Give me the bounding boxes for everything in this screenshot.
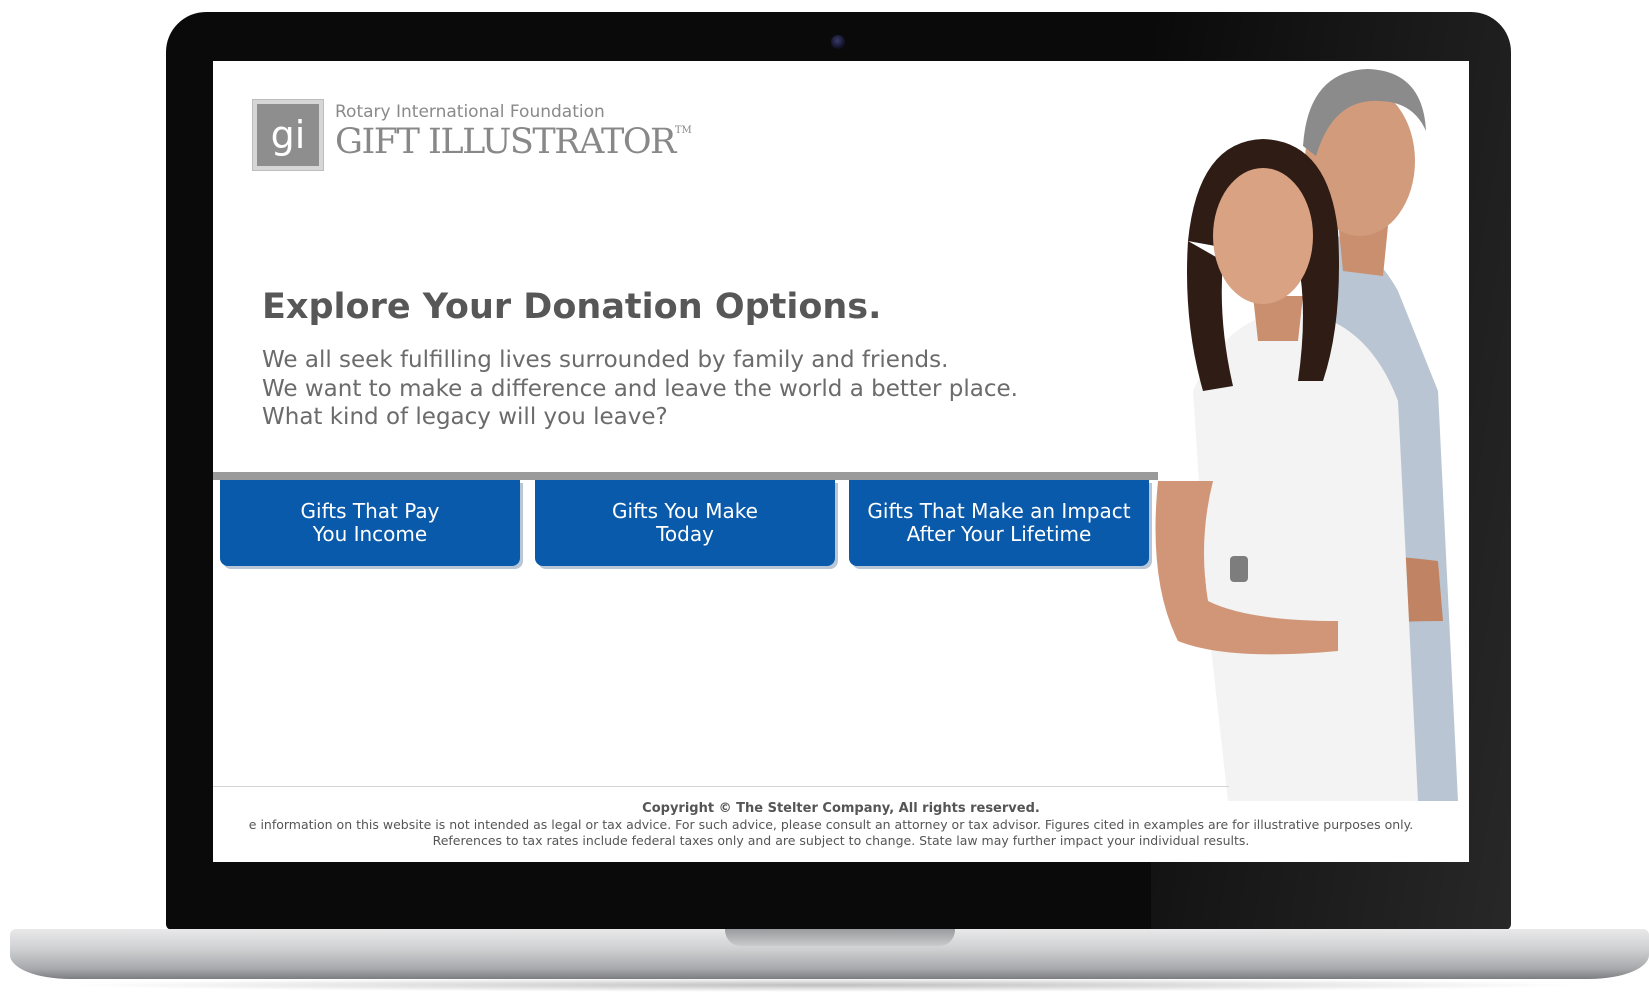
- product-name: GIFT ILLUSTRATORTM: [335, 124, 692, 161]
- footer-divider: [213, 786, 1229, 787]
- button-label-line: You Income: [312, 522, 428, 546]
- webcam-icon: [831, 35, 845, 49]
- gifts-that-pay-income-button[interactable]: Gifts That Pay You Income: [220, 480, 520, 566]
- copyright-text: Copyright © The Stelter Company, All rig…: [642, 801, 1040, 816]
- disclaimer-text: e information on this website is not int…: [248, 817, 1414, 832]
- button-label-line: Gifts That Make an Impact: [867, 499, 1131, 523]
- button-label-line: Today: [656, 522, 714, 546]
- page-headline: Explore Your Donation Options.: [262, 287, 882, 327]
- intro-line: What kind of legacy will you leave?: [262, 404, 668, 430]
- laptop-shadow: [60, 978, 1590, 992]
- site-logo[interactable]: gi Rotary International Foundation GIFT …: [253, 100, 692, 170]
- laptop-base-notch: [725, 929, 955, 946]
- gifts-you-make-today-button[interactable]: Gifts You Make Today: [535, 480, 835, 566]
- intro-line: We all seek fulfilling lives surrounded …: [262, 347, 949, 373]
- laptop-screen: gi Rotary International Foundation GIFT …: [213, 61, 1469, 862]
- tax-disclaimer-text: References to tax rates include federal …: [432, 833, 1250, 848]
- button-label-line: Gifts You Make: [612, 499, 758, 523]
- button-bar-divider: [213, 472, 1158, 480]
- intro-text: We all seek fulfilling lives surrounded …: [262, 346, 1018, 432]
- product-title: GIFT ILLUSTRATOR: [335, 122, 676, 162]
- logo-text: Rotary International Foundation GIFT ILL…: [335, 102, 692, 161]
- gifts-impact-after-lifetime-button[interactable]: Gifts That Make an Impact After Your Life…: [849, 480, 1149, 566]
- trademark-symbol: TM: [674, 125, 692, 136]
- button-label-line: After Your Lifetime: [906, 522, 1092, 546]
- intro-line: We want to make a difference and leave t…: [262, 375, 1018, 402]
- couple-photo: [1155, 69, 1458, 801]
- footer: Copyright © The Stelter Company, All rig…: [213, 801, 1469, 849]
- organization-name: Rotary International Foundation: [335, 102, 605, 122]
- gi-logo-mark: gi: [253, 100, 323, 170]
- button-label-line: Gifts That Pay: [300, 499, 440, 523]
